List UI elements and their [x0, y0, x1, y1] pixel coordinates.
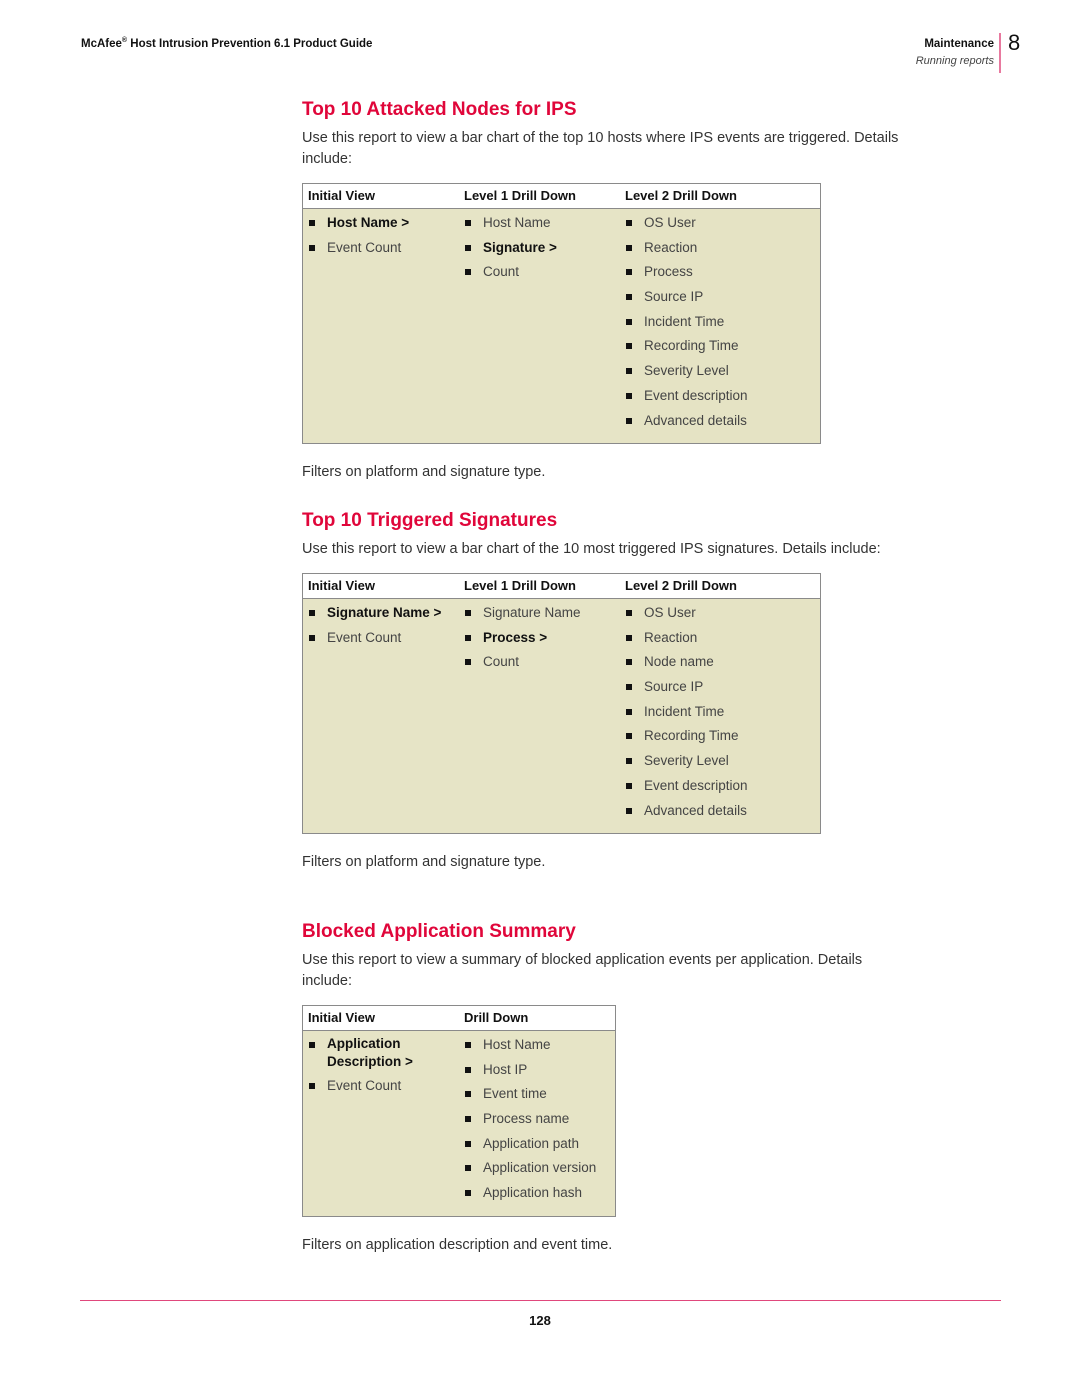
list-item: Signature > — [464, 238, 616, 258]
list-item: Process > — [464, 628, 616, 648]
list-item: Event time — [464, 1084, 611, 1104]
section-name: Maintenance — [924, 38, 994, 50]
list-item: Application Description > — [308, 1035, 455, 1071]
bullet-list: OS User Reaction Node name Source IP Inciden… — [625, 603, 816, 821]
bullet-list: Host Name Host IP Event time Process name Ap… — [464, 1035, 611, 1203]
list-item: Host Name — [464, 1035, 611, 1055]
section-top-attacked-nodes: Top 10 Attacked Nodes for IPS Use this r… — [302, 98, 912, 480]
list-item: Node name — [625, 652, 816, 672]
list-item: Advanced details — [625, 411, 816, 431]
list-item: Event description — [625, 776, 816, 796]
registered-mark: ® — [121, 37, 128, 44]
column-header: Initial View — [302, 183, 459, 209]
list-item: Event Count — [308, 628, 455, 648]
bullet-list: OS User Reaction Process Source IP Incident … — [625, 213, 816, 431]
bullet-list: Host Name > Event Count — [308, 213, 455, 258]
list-item: Advanced details — [625, 801, 816, 821]
header-divider — [999, 33, 1001, 73]
drilldown-cell: Host Name Host IP Event time Process name Ap… — [459, 1030, 616, 1217]
section-top-triggered-signatures: Top 10 Triggered Signatures Use this rep… — [302, 509, 912, 870]
list-item: Severity Level — [625, 751, 816, 771]
brand-name: McAfee — [81, 37, 122, 50]
list-item: Recording Time — [625, 336, 816, 356]
bullet-list: Signature Name Process > Count — [464, 603, 616, 672]
list-item: Process name — [464, 1109, 611, 1129]
section-blocked-application-summary: Blocked Application Summary Use this rep… — [302, 920, 912, 1253]
column-header: Level 1 Drill Down — [459, 573, 620, 599]
list-item: Severity Level — [625, 361, 816, 381]
column-header: Level 2 Drill Down — [620, 573, 821, 599]
column-header: Drill Down — [459, 1005, 616, 1031]
column-header: Level 1 Drill Down — [459, 183, 620, 209]
list-item: OS User — [625, 213, 816, 233]
column-header: Initial View — [302, 573, 459, 599]
list-item: Application hash — [464, 1183, 611, 1203]
report-drilldown-table: Initial View Level 1 Drill Down Level 2 … — [302, 573, 821, 835]
initial-view-cell: Signature Name > Event Count — [302, 598, 459, 834]
list-item: Host Name — [464, 213, 616, 233]
report-drilldown-table: Initial View Drill Down Application Desc… — [302, 1005, 616, 1217]
filter-note: Filters on application description and e… — [302, 1236, 613, 1253]
list-item: Event Count — [308, 1076, 455, 1096]
list-item: Recording Time — [625, 726, 816, 746]
column-header: Level 2 Drill Down — [620, 183, 821, 209]
running-header-title: McAfee® Host Intrusion Prevention 6.1 Pr… — [81, 37, 372, 50]
section-heading: Top 10 Triggered Signatures — [302, 510, 558, 531]
list-item: Reaction — [625, 628, 816, 648]
section-heading: Top 10 Attacked Nodes for IPS — [302, 99, 577, 120]
footer-rule — [80, 1300, 1001, 1301]
list-item: Signature Name > — [308, 603, 455, 623]
level2-cell: OS User Reaction Process Source IP Incident … — [620, 208, 821, 444]
list-item: Application path — [464, 1134, 611, 1154]
list-item: Count — [464, 262, 616, 282]
section-heading: Blocked Application Summary — [302, 921, 576, 942]
chapter-number: 8 — [1008, 30, 1021, 55]
filter-note: Filters on platform and signature type. — [302, 464, 546, 481]
list-item: Application version — [464, 1158, 611, 1178]
list-item: Host IP — [464, 1060, 611, 1080]
initial-view-cell: Application Description > Event Count — [302, 1030, 459, 1217]
document-title: Host Intrusion Prevention 6.1 Product Gu… — [130, 37, 373, 50]
list-item: Count — [464, 652, 616, 672]
subsection-name: Running reports — [915, 55, 994, 67]
list-item: Signature Name — [464, 603, 616, 623]
list-item: Incident Time — [625, 702, 816, 722]
report-drilldown-table: Initial View Level 1 Drill Down Level 2 … — [302, 183, 821, 445]
list-item: Source IP — [625, 677, 816, 697]
list-item: Process — [625, 262, 816, 282]
initial-view-cell: Host Name > Event Count — [302, 208, 459, 444]
section-intro: Use this report to view a bar chart of t… — [302, 130, 899, 167]
list-item: OS User — [625, 603, 816, 623]
level1-cell: Signature Name Process > Count — [459, 598, 620, 834]
section-intro: Use this report to view a summary of blo… — [302, 952, 863, 989]
column-header: Initial View — [302, 1005, 459, 1031]
bullet-list: Host Name Signature > Count — [464, 213, 616, 282]
level2-cell: OS User Reaction Node name Source IP Inciden… — [620, 598, 821, 834]
bullet-list: Application Description > Event Count — [308, 1035, 455, 1096]
list-item: Reaction — [625, 238, 816, 258]
bullet-list: Signature Name > Event Count — [308, 603, 455, 648]
list-item: Host Name > — [308, 213, 455, 233]
filter-note: Filters on platform and signature type. — [302, 854, 546, 871]
list-item: Event Count — [308, 238, 455, 258]
running-header-section: Maintenance Running reports — [916, 37, 994, 69]
section-intro: Use this report to view a bar chart of t… — [302, 541, 881, 557]
page-number: 128 — [529, 1313, 551, 1328]
level1-cell: Host Name Signature > Count — [459, 208, 620, 444]
list-item: Incident Time — [625, 312, 816, 332]
list-item: Event description — [625, 386, 816, 406]
list-item: Source IP — [625, 287, 816, 307]
